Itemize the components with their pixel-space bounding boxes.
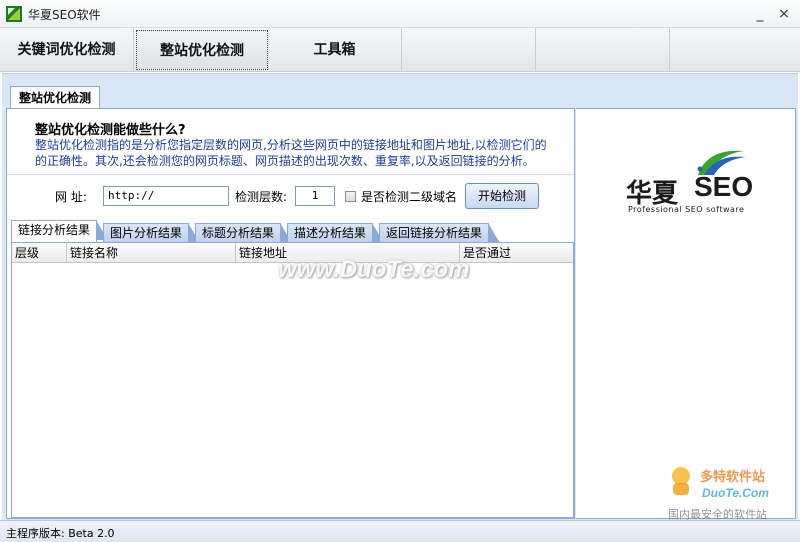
column-level[interactable]: 层级 (12, 243, 67, 263)
tab-description-results[interactable]: 描述分析结果 (287, 223, 385, 243)
url-input[interactable]: http:// (103, 186, 229, 206)
site-check-panel: 整站优化检测能做些什么? 整站优化检测指的是分析您指定层数的网页,分析这些网页中… (6, 108, 575, 519)
brand-logo: 华夏 SEO Professional SEO software (626, 149, 756, 219)
logo-tagline: Professional SEO software (628, 205, 745, 214)
watermark-corner: 多特软件站 DuoTe.Com 国内最安全的软件站 (668, 462, 796, 522)
subdomain-checkbox[interactable] (345, 191, 356, 202)
mascot-icon (668, 466, 694, 499)
logo-panel: 华夏 SEO Professional SEO software (576, 108, 796, 519)
logo-text-seo: SEO (694, 171, 754, 202)
url-label: 网 址: (55, 190, 87, 204)
intro-line-1: 整站优化检测指的是分析您指定层数的网页,分析这些网页中的链接地址和图片地址,以检… (35, 138, 547, 152)
divider (7, 174, 574, 175)
close-button[interactable]: × (776, 6, 792, 22)
tab-keyword-check[interactable]: 关键词优化检测 (0, 28, 134, 72)
tab-empty-2[interactable] (536, 28, 670, 72)
tab-empty-1[interactable] (402, 28, 536, 72)
version-text: 主程序版本: Beta 2.0 (6, 527, 115, 540)
result-tabs: 链接分析结果 图片分析结果 标题分析结果 描述分析结果 返回链接分析结果 (11, 220, 574, 243)
title-bar: 华夏SEO软件 _ × (0, 0, 800, 28)
app-window: 华夏SEO软件 _ × 关键词优化检测 整站优化检测 工具箱 整站优化检测 整站… (0, 0, 800, 542)
main-toolbar: 关键词优化检测 整站优化检测 工具箱 (0, 28, 800, 72)
start-check-button[interactable]: 开始检测 (465, 183, 539, 209)
column-passed[interactable]: 是否通过 (460, 243, 573, 263)
tab-backlink-results[interactable]: 返回链接分析结果 (379, 223, 501, 243)
subtab-site-check[interactable]: 整站优化检测 (10, 86, 101, 108)
status-bar: 主程序版本: Beta 2.0 (0, 520, 800, 542)
minimize-button[interactable]: _ (752, 6, 768, 22)
tab-empty-3[interactable] (670, 28, 800, 72)
intro-description: 整站优化检测指的是分析您指定层数的网页,分析这些网页中的链接地址和图片地址,以检… (35, 137, 555, 169)
subdomain-label: 是否检测二级域名 (361, 190, 458, 204)
content-frame: 整站优化检测 整站优化检测能做些什么? 整站优化检测指的是分析您指定层数的网页,… (2, 73, 798, 520)
app-logo-icon (6, 6, 22, 22)
tab-link-results[interactable]: 链接分析结果 (11, 220, 109, 242)
watermark-brand: 多特软件站 (700, 470, 766, 485)
watermark-site: DuoTe.Com (702, 486, 769, 500)
depth-input[interactable]: 1 (295, 186, 335, 206)
tab-toolbox[interactable]: 工具箱 (268, 28, 402, 72)
intro-line-2: 的正确性。其次,还会检测您的网页标题、网页描述的出现次数、重复率,以及返回链接的… (35, 154, 535, 168)
watermark-center: www.DuoTe.com (278, 256, 470, 283)
intro-heading: 整站优化检测能做些什么? (35, 123, 186, 138)
window-title: 华夏SEO软件 (28, 8, 101, 22)
tab-image-results[interactable]: 图片分析结果 (103, 223, 201, 243)
column-link-name[interactable]: 链接名称 (67, 243, 236, 263)
depth-label: 检测层数: (235, 190, 288, 204)
tab-site-check[interactable]: 整站优化检测 (136, 30, 268, 70)
tab-title-results[interactable]: 标题分析结果 (195, 223, 293, 243)
